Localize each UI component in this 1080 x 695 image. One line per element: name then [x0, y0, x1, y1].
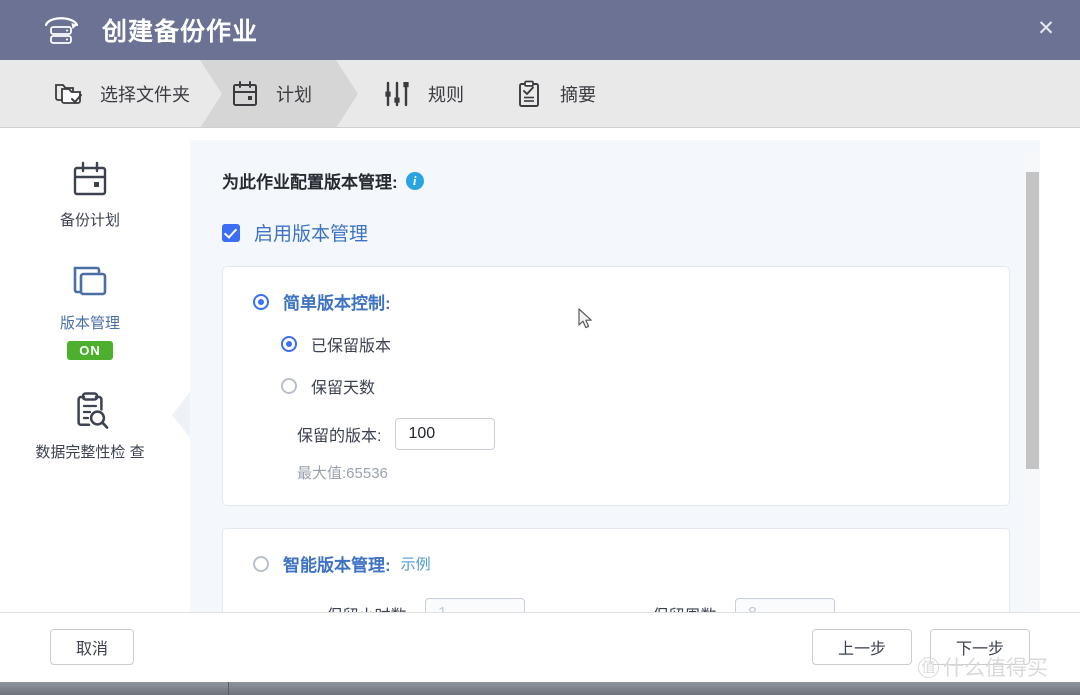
- tab-rules[interactable]: 规则: [352, 60, 502, 127]
- tab-label: 摘要: [560, 85, 596, 105]
- kept-versions-input[interactable]: [395, 418, 496, 450]
- tab-label: 选择文件夹: [100, 85, 190, 105]
- keep-hours-field-row: 保留小时数:: [293, 598, 603, 612]
- page-title: 为此作业配置版本管理: i: [222, 168, 1010, 193]
- radio-smart-version-management[interactable]: 智能版本管理: 示例: [253, 551, 983, 576]
- body-area: 备份计划 版本管理 ON 数据完整性检 查 为此作业配置版本管理: i 启用版本…: [0, 128, 1080, 612]
- sidebar-item-label: 数据完整性检 查: [35, 443, 145, 461]
- status-badge: ON: [67, 340, 113, 360]
- versions-icon: [63, 259, 117, 307]
- nas-backup-icon: [38, 10, 84, 50]
- sidebar: 备份计划 版本管理 ON 数据完整性检 查: [0, 128, 180, 612]
- cancel-button[interactable]: 取消: [50, 629, 134, 665]
- content-scrollbar[interactable]: [1025, 152, 1040, 612]
- mouse-cursor: [578, 308, 596, 332]
- sidebar-item-version-management[interactable]: 版本管理 ON: [0, 251, 180, 366]
- radio-button: [281, 378, 297, 394]
- panel-pointer: [172, 391, 191, 439]
- sidebar-item-data-integrity-check[interactable]: 数据完整性检 查: [0, 380, 180, 469]
- radio-simple-version-control[interactable]: 简单版本控制:: [253, 289, 983, 314]
- tab-label: 规则: [428, 85, 464, 105]
- bottom-strip-seam: [228, 682, 229, 695]
- page-title-text: 为此作业配置版本管理:: [222, 173, 398, 192]
- clipboard-check-icon: [512, 77, 546, 111]
- tab-label: 计划: [276, 85, 312, 105]
- kept-versions-field-row: 保留的版本:: [297, 418, 983, 450]
- keep-hours-input[interactable]: [425, 598, 525, 612]
- radio-keep-days[interactable]: 保留天数: [281, 374, 983, 398]
- window-title: 创建备份作业: [102, 18, 259, 46]
- keep-hours-label: 保留小时数:: [293, 602, 411, 612]
- radio-label: 智能版本管理:: [283, 556, 391, 575]
- smart-version-card: 智能版本管理: 示例 保留小时数: 保留周数:: [222, 528, 1010, 612]
- close-icon[interactable]: ✕: [1026, 8, 1066, 48]
- app-window: 创建备份作业 ✕ 选择文件夹 计划 规则 摘要 备份计划 版本管理 ON 数据完…: [0, 0, 1080, 695]
- sidebar-item-label: 版本管理: [59, 314, 120, 332]
- previous-button[interactable]: 上一步: [812, 629, 912, 665]
- radio-label: 简单版本控制:: [283, 294, 391, 313]
- info-icon[interactable]: i: [405, 171, 424, 190]
- enable-versioning-label: 启用版本管理: [254, 224, 369, 245]
- bottom-strip: [0, 682, 1080, 695]
- content-panel: 为此作业配置版本管理: i 启用版本管理 简单版本控制: 已保留版本 保留天数 …: [190, 140, 1040, 612]
- calendar-icon: [228, 77, 262, 111]
- folder-check-icon: [52, 77, 86, 111]
- kept-versions-label: 保留的版本:: [297, 428, 382, 445]
- step-tab-bar: 选择文件夹 计划 规则 摘要: [0, 60, 1080, 128]
- tab-select-folder[interactable]: 选择文件夹: [24, 60, 194, 127]
- keep-weeks-field-row: 保留周数:: [603, 598, 913, 612]
- next-button[interactable]: 下一步: [930, 629, 1030, 665]
- sidebar-item-label: 备份计划: [59, 212, 120, 229]
- keep-weeks-input[interactable]: [735, 598, 835, 612]
- tab-summary[interactable]: 摘要: [484, 60, 634, 127]
- smart-fields-grid: 保留小时数: 保留周数:: [293, 598, 983, 612]
- clipboard-search-icon: [63, 388, 117, 436]
- simple-version-card: 简单版本控制: 已保留版本 保留天数 保留的版本: 最大值:6553: [222, 266, 1010, 506]
- calendar-icon: [63, 156, 117, 204]
- keep-weeks-label: 保留周数:: [603, 602, 721, 612]
- radio-keep-versions[interactable]: 已保留版本: [281, 332, 983, 356]
- example-link[interactable]: 示例: [401, 553, 431, 574]
- sliders-icon: [380, 77, 414, 111]
- title-bar: 创建备份作业 ✕: [0, 0, 1080, 60]
- radio-label: 保留天数: [311, 380, 376, 397]
- footer-bar: 取消 上一步 下一步: [0, 612, 1080, 682]
- scrollbar-thumb[interactable]: [1026, 172, 1039, 469]
- radio-button: [281, 336, 297, 352]
- radio-button: [253, 293, 269, 310]
- sidebar-item-backup-plan[interactable]: 备份计划: [0, 148, 180, 237]
- max-value-hint: 最大值:65536: [297, 465, 388, 482]
- enable-versioning-checkbox[interactable]: 启用版本管理: [222, 219, 1010, 246]
- checkbox-box: [222, 223, 240, 242]
- radio-label: 已保留版本: [311, 338, 392, 355]
- radio-button: [253, 555, 269, 572]
- tab-plan[interactable]: 计划: [200, 60, 358, 128]
